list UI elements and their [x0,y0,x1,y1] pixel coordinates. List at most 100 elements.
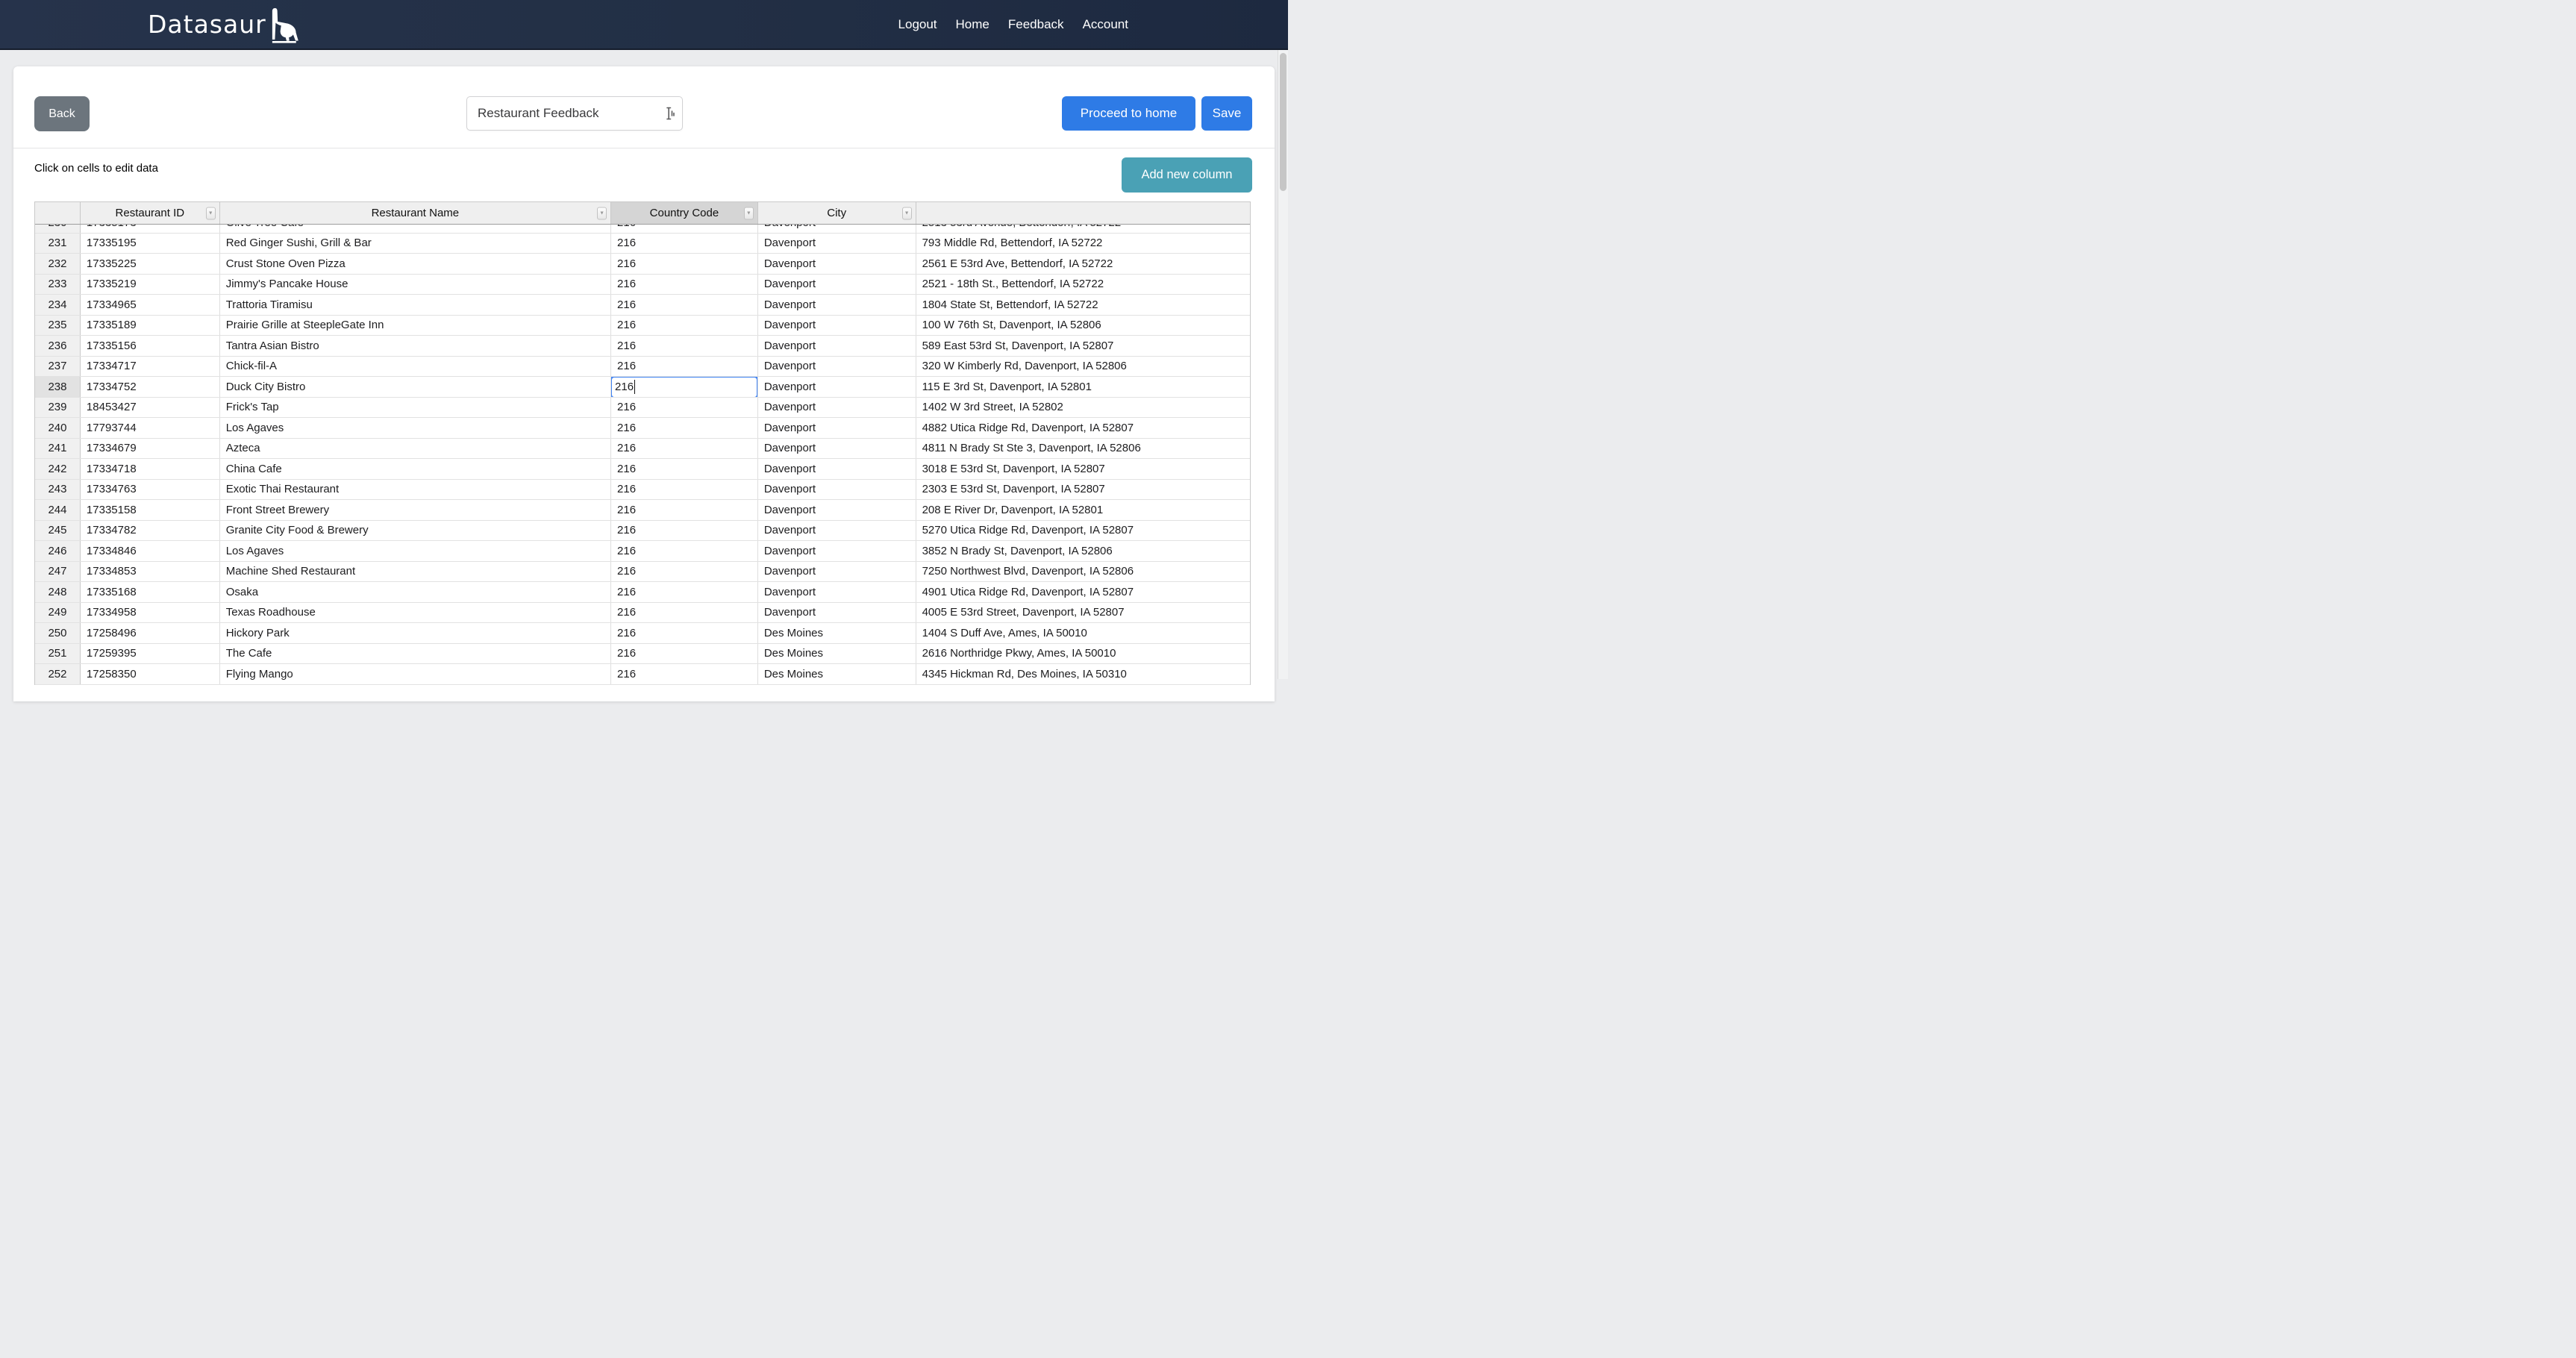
cell-country-code[interactable]: 216 [611,480,758,500]
cell-country-code[interactable]: 216 [611,295,758,315]
cell-restaurant-name[interactable]: Machine Shed Restaurant [220,562,611,582]
cell-restaurant-id[interactable]: 17334782 [81,521,220,541]
add-new-column-button[interactable]: Add new column [1122,157,1252,193]
cell-restaurant-name[interactable]: Prairie Grille at SteepleGate Inn [220,316,611,336]
cell-restaurant-name[interactable]: Tantra Asian Bistro [220,336,611,356]
cell-restaurant-name[interactable]: Granite City Food & Brewery [220,521,611,541]
cell-city[interactable]: Davenport [758,357,916,377]
cell-restaurant-id[interactable]: 17334718 [81,459,220,479]
cell-restaurant-id[interactable]: 17335189 [81,316,220,336]
cell-country-code[interactable]: 216 [611,623,758,643]
cell-restaurant-id[interactable]: 17334763 [81,480,220,500]
proceed-to-home-button[interactable]: Proceed to home [1062,96,1195,131]
cell-restaurant-id[interactable]: 17259395 [81,644,220,664]
cell-address[interactable]: 4811 N Brady St Ste 3, Davenport, IA 528… [916,439,1250,459]
cell-address[interactable]: 4005 E 53rd Street, Davenport, IA 52807 [916,603,1250,623]
cell-country-code[interactable]: 216 [611,225,758,233]
cell-address[interactable]: 2303 E 53rd St, Davenport, IA 52807 [916,480,1250,500]
cell-restaurant-name[interactable]: The Cafe [220,644,611,664]
cell-country-code[interactable]: 216 [611,398,758,418]
cell-address[interactable]: 2561 E 53rd Ave, Bettendorf, IA 52722 [916,254,1250,274]
cell-city[interactable]: Davenport [758,459,916,479]
cell-restaurant-name[interactable]: Trattoria Tiramisu [220,295,611,315]
filter-button[interactable]: ▼ [206,207,216,219]
scrollbar-thumb[interactable] [1280,53,1287,191]
cell-city[interactable]: Davenport [758,295,916,315]
cell-restaurant-id[interactable]: 17258350 [81,664,220,684]
cell-country-code[interactable]: 216 [611,316,758,336]
cell-address[interactable]: 4345 Hickman Rd, Des Moines, IA 50310 [916,664,1250,684]
cell-address[interactable]: 115 E 3rd St, Davenport, IA 52801 [916,377,1250,397]
cell-address[interactable]: 320 W Kimberly Rd, Davenport, IA 52806 [916,357,1250,377]
cell-city[interactable]: Davenport [758,316,916,336]
cell-city[interactable]: Davenport [758,582,916,602]
nav-link-logout[interactable]: Logout [898,17,937,32]
cell-restaurant-name[interactable]: Olive Tree Cafe [220,225,611,233]
cell-address[interactable]: 2616 Northridge Pkwy, Ames, IA 50010 [916,644,1250,664]
cell-restaurant-id[interactable]: 17334846 [81,541,220,561]
nav-link-account[interactable]: Account [1083,17,1128,32]
cell-country-code[interactable]: 216 [611,664,758,684]
cell-restaurant-name[interactable]: Azteca [220,439,611,459]
cell-country-code[interactable]: 216 [611,418,758,438]
cell-country-code[interactable]: 216 [611,500,758,520]
filter-button[interactable]: ▼ [744,207,754,219]
cell-restaurant-name[interactable]: Osaka [220,582,611,602]
cell-restaurant-name[interactable]: Exotic Thai Restaurant [220,480,611,500]
cell-country-code[interactable]: 216 [611,603,758,623]
cell-restaurant-id[interactable]: 17335168 [81,582,220,602]
save-button[interactable]: Save [1201,96,1252,131]
cell-address[interactable]: 4882 Utica Ridge Rd, Davenport, IA 52807 [916,418,1250,438]
cell-address[interactable]: 1402 W 3rd Street, IA 52802 [916,398,1250,418]
cell-restaurant-name[interactable]: Texas Roadhouse [220,603,611,623]
cell-restaurant-name[interactable]: Duck City Bistro [220,377,611,397]
cell-address[interactable]: 3852 N Brady St, Davenport, IA 52806 [916,541,1250,561]
cell-restaurant-name[interactable]: Chick-fil-A [220,357,611,377]
cell-restaurant-name[interactable]: Hickory Park [220,623,611,643]
cell-country-code[interactable]: 216 [611,562,758,582]
cell-city[interactable]: Davenport [758,500,916,520]
cell-country-code[interactable]: 216 [611,275,758,295]
cell-restaurant-name[interactable]: Los Agaves [220,418,611,438]
cell-restaurant-id[interactable]: 17335225 [81,254,220,274]
cell-restaurant-id[interactable]: 17335219 [81,275,220,295]
cell-country-code[interactable]: 216 [611,377,758,397]
cell-country-code[interactable]: 216 [611,459,758,479]
cell-restaurant-id[interactable]: 17334965 [81,295,220,315]
cell-restaurant-name[interactable]: Flying Mango [220,664,611,684]
cell-country-code[interactable]: 216 [611,541,758,561]
cell-country-code[interactable]: 216 [611,336,758,356]
cell-city[interactable]: Davenport [758,225,916,233]
project-name-input[interactable] [466,96,683,131]
cell-city[interactable]: Davenport [758,377,916,397]
cell-restaurant-name[interactable]: Frick's Tap [220,398,611,418]
cell-city[interactable]: Davenport [758,275,916,295]
cell-restaurant-name[interactable]: China Cafe [220,459,611,479]
cell-address[interactable]: 589 East 53rd St, Davenport, IA 52807 [916,336,1250,356]
filter-button[interactable]: ▼ [902,207,912,219]
cell-city[interactable]: Des Moines [758,644,916,664]
vertical-scrollbar[interactable] [1278,50,1288,679]
nav-link-home[interactable]: Home [956,17,990,32]
cell-address[interactable]: 100 W 76th St, Davenport, IA 52806 [916,316,1250,336]
cell-restaurant-id[interactable]: 17334958 [81,603,220,623]
cell-city[interactable]: Davenport [758,521,916,541]
datasaur-logo[interactable]: Datasaur [148,2,302,47]
cell-address[interactable]: 793 Middle Rd, Bettendorf, IA 52722 [916,234,1250,254]
cell-restaurant-name[interactable]: Los Agaves [220,541,611,561]
filter-button[interactable]: ▼ [597,207,607,219]
cell-restaurant-id[interactable]: 17335173 [81,225,220,233]
cell-country-code[interactable]: 216 [611,582,758,602]
cell-address[interactable]: 1804 State St, Bettendorf, IA 52722 [916,295,1250,315]
cell-restaurant-id[interactable]: 17334853 [81,562,220,582]
cell-restaurant-id[interactable]: 17335195 [81,234,220,254]
cell-restaurant-id[interactable]: 17335158 [81,500,220,520]
nav-link-feedback[interactable]: Feedback [1008,17,1064,32]
cell-city[interactable]: Des Moines [758,623,916,643]
cell-address[interactable]: 208 E River Dr, Davenport, IA 52801 [916,500,1250,520]
cell-country-code[interactable]: 216 [611,254,758,274]
cell-country-code[interactable]: 216 [611,644,758,664]
cell-city[interactable]: Davenport [758,603,916,623]
cell-city[interactable]: Davenport [758,480,916,500]
cell-restaurant-name[interactable]: Front Street Brewery [220,500,611,520]
